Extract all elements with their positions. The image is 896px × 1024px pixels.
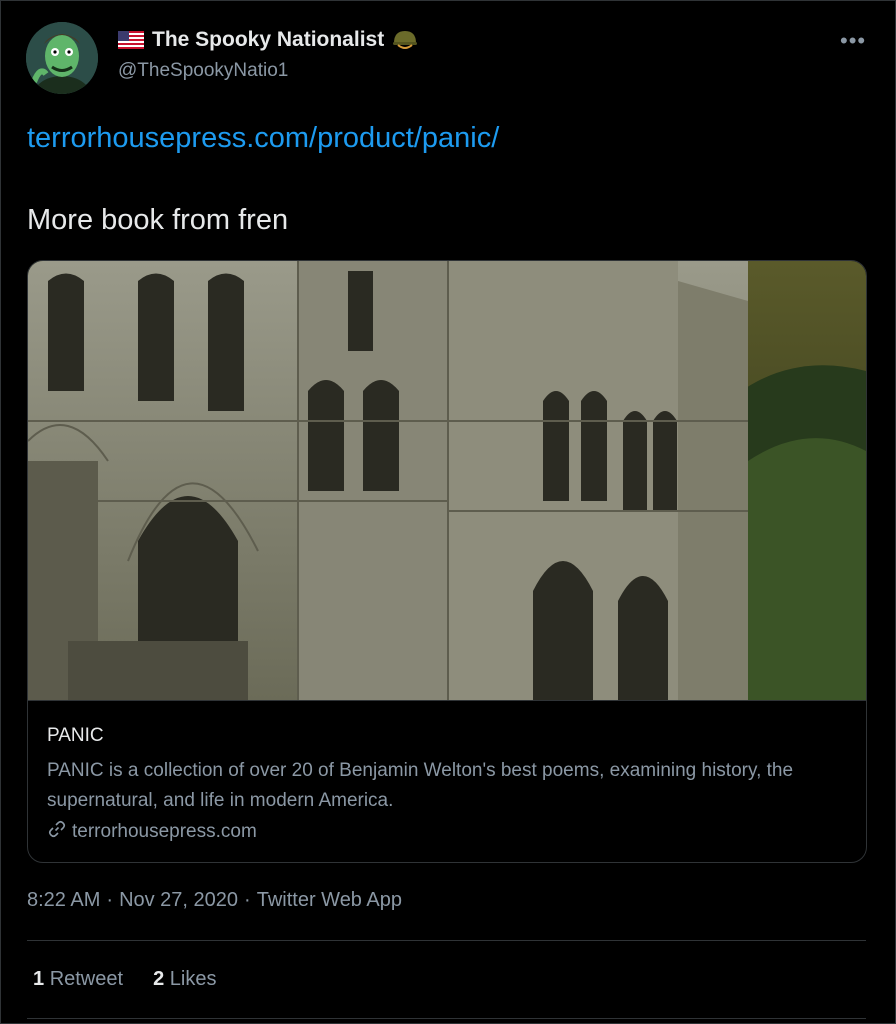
card-domain: terrorhousepress.com bbox=[47, 819, 257, 845]
like-label: Likes bbox=[169, 968, 217, 990]
us-flag-icon bbox=[118, 31, 144, 49]
link-icon bbox=[47, 819, 67, 845]
card-title: PANIC bbox=[47, 725, 104, 746]
tweet-meta: 8:22 AM · Nov 27, 2020 · Twitter Web App bbox=[27, 889, 402, 912]
avatar-image bbox=[26, 22, 98, 94]
link-preview-card[interactable]: PANIC PANIC is a collection of over 20 o… bbox=[27, 260, 867, 863]
meta-separator: · bbox=[244, 889, 251, 911]
like-count: 2 bbox=[153, 968, 165, 990]
avatar[interactable] bbox=[26, 22, 98, 94]
tweet-date[interactable]: Nov 27, 2020 bbox=[119, 889, 238, 912]
retweet-stat[interactable]: 1 Retweet bbox=[33, 968, 123, 991]
author-handle[interactable]: @TheSpookyNatio1 bbox=[118, 60, 288, 82]
military-helmet-icon bbox=[392, 29, 418, 51]
card-description: PANIC is a collection of over 20 of Benj… bbox=[47, 760, 794, 811]
card-domain-text: terrorhousepress.com bbox=[72, 821, 257, 842]
retweet-label: Retweet bbox=[49, 968, 124, 990]
more-options-icon[interactable]: ••• bbox=[840, 28, 866, 54]
tweet-link[interactable]: terrorhousepress.com/product/panic/ bbox=[27, 122, 499, 155]
tweet-time[interactable]: 8:22 AM bbox=[27, 889, 100, 912]
tweet-stats: 1 Retweet 2 Likes bbox=[33, 968, 216, 991]
retweet-count: 1 bbox=[33, 968, 45, 990]
author-display-name[interactable]: The Spooky Nationalist bbox=[152, 28, 384, 52]
author-name-row[interactable]: The Spooky Nationalist bbox=[118, 28, 418, 52]
meta-separator: · bbox=[106, 889, 114, 911]
divider bbox=[27, 940, 866, 941]
divider bbox=[27, 1018, 866, 1019]
card-image bbox=[28, 261, 866, 701]
like-stat[interactable]: 2 Likes bbox=[153, 968, 216, 991]
tweet-text: More book from fren bbox=[27, 204, 289, 236]
tweet-source[interactable]: Twitter Web App bbox=[257, 889, 402, 912]
